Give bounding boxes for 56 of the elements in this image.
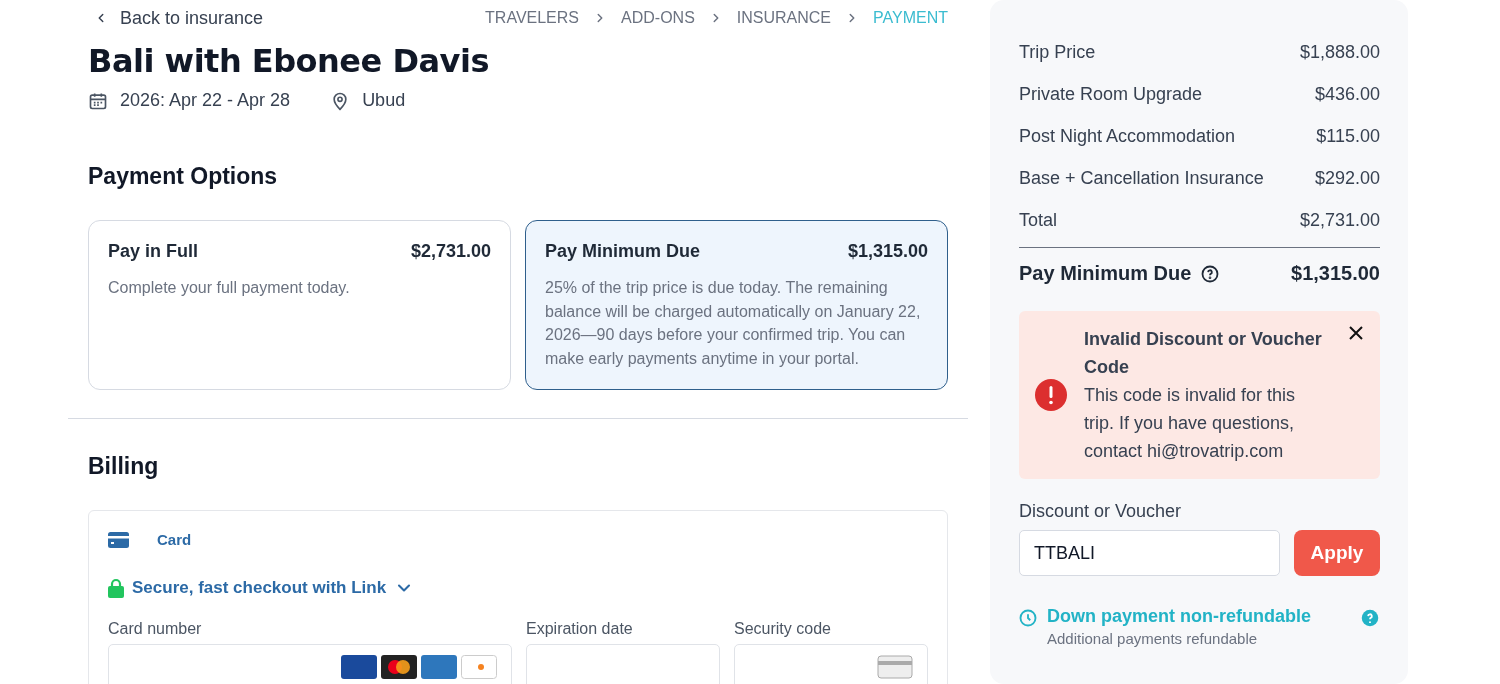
payment-option-card[interactable] (525, 220, 948, 390)
alert-title: Invalid Discount or Voucher Code (1084, 328, 1323, 379)
apply-button[interactable]: Apply (1294, 530, 1380, 576)
summary-label: Base + Cancellation Insurance (1019, 167, 1264, 189)
summary-amount: $115.00 (1316, 125, 1380, 147)
summary-amount: $2,731.00 (1299, 209, 1380, 231)
section-heading: Payment Options (88, 163, 279, 190)
option-title: Pay in Full (108, 241, 199, 262)
close-button[interactable] (1348, 325, 1364, 341)
note-subtitle: Additional payments refundable (1047, 630, 1259, 647)
field-label: Card number (108, 620, 203, 638)
close-icon (1348, 325, 1364, 341)
discount-field[interactable]: TTBALI (1019, 530, 1280, 576)
due-label: Pay Minimum Due (1019, 262, 1192, 285)
trip-location: Ubud (362, 90, 406, 111)
back-link[interactable]: Back to insurance (88, 7, 264, 29)
card-brand-icon (381, 655, 417, 679)
input-field[interactable] (734, 644, 928, 684)
option-amount: $2,731.00 (410, 241, 491, 262)
error-icon (1035, 379, 1067, 411)
summary-label: Private Room Upgrade (1019, 83, 1203, 105)
summary-amount: $1,888.00 (1299, 41, 1380, 63)
trip-title: Bali with Ebonee Davis (88, 42, 490, 80)
summary-label: Trip Price (1019, 41, 1096, 63)
card-back-icon (877, 655, 913, 679)
field-label: Discount or Voucher (1019, 501, 1183, 522)
card-brand-icon (461, 655, 497, 679)
card-brand-icon (341, 655, 377, 679)
option-description: Complete your full payment today. (108, 278, 351, 298)
card-brand-icon (421, 655, 457, 679)
summary-amount: $292.00 (1314, 167, 1380, 189)
card-tab[interactable]: Card (108, 531, 928, 548)
due-amount: $1,315.00 (1291, 262, 1380, 285)
field-label: Expiration date (526, 620, 634, 638)
option-title: Pay Minimum Due (545, 241, 701, 262)
section-heading: Billing (88, 453, 160, 480)
note-title: Down payment non-refundable (1047, 606, 1311, 627)
summary-amount: $436.00 (1314, 83, 1380, 105)
help-icon[interactable] (1201, 264, 1220, 283)
clock-icon (1019, 609, 1037, 627)
option-amount: $1,315.00 (847, 241, 928, 262)
lock-icon (108, 578, 124, 598)
card-icon (108, 531, 129, 548)
trip-dates: 2026: Apr 22 - Apr 28 (120, 90, 291, 111)
alert-message: This code is invalid for this trip. If you have questions, contact hi@trovatrip.com (1084, 384, 1297, 463)
step-link[interactable]: ADD-ONS (621, 9, 695, 27)
payment-option-card[interactable]: Pay in Full $2,731.00 Complete your full payment today. (88, 220, 511, 390)
step-link[interactable]: INSURANCE (736, 9, 832, 27)
summary-label: Post Night Accommodation (1019, 125, 1236, 147)
input-field[interactable] (526, 644, 720, 684)
option-description: 25% of the trip price is due today. The remaining balance will be charged automatically on January 22, 2026—90 days before your confirmed trip. You can make early payments anytime in your portal. (545, 278, 922, 369)
step-link[interactable]: TRAVELERS (485, 9, 579, 27)
link-checkout-toggle[interactable]: Secure, fast checkout with Link (108, 578, 928, 598)
summary-label: Total (1019, 209, 1058, 231)
input-field[interactable] (108, 644, 512, 684)
field-label: Security code (734, 620, 832, 638)
